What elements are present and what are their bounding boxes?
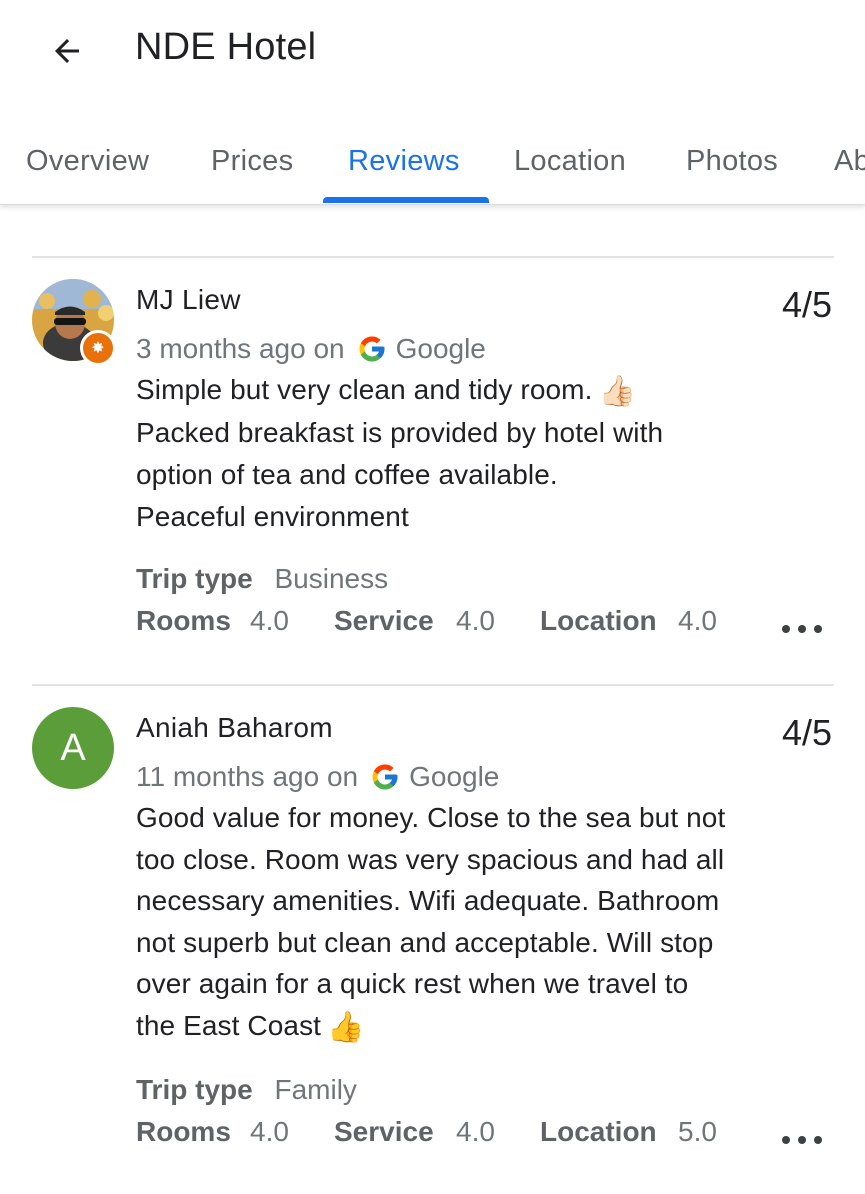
tab-overview[interactable]: Overview: [26, 145, 149, 178]
review-meta: 11 months ago on Google: [136, 761, 499, 793]
thumbs-up-icon: 👍: [327, 1010, 365, 1044]
location-rating: 4.0: [678, 605, 717, 636]
review-text-line: too close. Room was very spacious and ha…: [136, 843, 725, 875]
review-text-line: Good value for money. Close to the sea b…: [136, 802, 726, 833]
location-label: Location: [540, 605, 657, 636]
more-options-icon[interactable]: [782, 1128, 822, 1152]
rooms-rating: 4.0: [250, 605, 289, 636]
review-text: Good value for money. Close to the sea b…: [136, 797, 776, 1048]
tab-about[interactable]: Ab: [834, 145, 865, 178]
review-text-line: over again for a quick rest when we trav…: [136, 968, 689, 1000]
trip-type-value: Family: [274, 1074, 357, 1105]
review-time: 3 months ago on: [136, 333, 345, 364]
divider: [32, 684, 834, 686]
google-icon: [359, 336, 385, 362]
location-rating: 5.0: [678, 1116, 717, 1147]
more-options-icon[interactable]: [782, 617, 822, 641]
review-meta: 3 months ago on Google: [136, 333, 486, 365]
review-text-line: the East Coast 👍: [136, 1005, 776, 1048]
tab-bar: Overview Prices Reviews Location Photos …: [0, 112, 865, 205]
avatar[interactable]: A: [32, 707, 114, 789]
review-text-line: necessary amenities. Wifi adequate. Bath…: [136, 885, 720, 917]
service-label: Service: [334, 1116, 434, 1147]
tab-location[interactable]: Location: [514, 145, 626, 178]
google-icon: [372, 764, 398, 790]
service-rating: 4.0: [456, 605, 495, 636]
review-text-line: option of tea and coffee available.: [136, 459, 558, 490]
review-source: Google: [409, 761, 500, 792]
arrow-back-icon: [55, 39, 79, 63]
review-text-line: not superb but clean and acceptable. Wil…: [136, 926, 714, 958]
review-text-line: Peaceful environment: [136, 500, 409, 532]
trip-type-label: Trip type: [136, 1074, 253, 1105]
trip-type-value: Business: [274, 563, 389, 594]
review-text-line: Simple but very clean and tidy room. 👍🏻: [136, 369, 776, 412]
back-button[interactable]: [38, 22, 96, 80]
trip-type: Trip type Business: [136, 563, 388, 595]
review-score: 4/5: [781, 284, 832, 325]
review-source: Google: [395, 333, 486, 364]
tab-photos[interactable]: Photos: [686, 145, 778, 178]
divider: [32, 256, 834, 258]
review-text-line: Packed breakfast is provided by hotel wi…: [136, 417, 664, 449]
reviewer-name[interactable]: Aniah Baharom: [136, 712, 333, 744]
review-time: 11 months ago on: [136, 761, 359, 792]
trip-type-label: Trip type: [136, 563, 253, 594]
local-guide-icon: ✸: [80, 330, 116, 366]
service-label: Service: [334, 605, 434, 636]
thumbs-up-icon: 👍🏻: [598, 374, 636, 408]
top-app-bar: NDE Hotel: [0, 0, 865, 112]
service-rating: 4.0: [456, 1116, 495, 1147]
location-label: Location: [540, 1116, 657, 1147]
tab-reviews[interactable]: Reviews: [348, 145, 460, 178]
review-score: 4/5: [781, 712, 832, 753]
rooms-label: Rooms: [136, 605, 231, 636]
rooms-rating: 4.0: [250, 1116, 289, 1147]
tab-prices[interactable]: Prices: [211, 145, 293, 178]
active-tab-indicator: [323, 197, 489, 203]
trip-type: Trip type Family: [136, 1074, 357, 1106]
page-title: NDE Hotel: [135, 26, 317, 68]
review-text: Simple but very clean and tidy room. 👍🏻 P…: [136, 369, 776, 537]
rooms-label: Rooms: [136, 1116, 231, 1147]
reviewer-name[interactable]: MJ Liew: [136, 284, 241, 316]
